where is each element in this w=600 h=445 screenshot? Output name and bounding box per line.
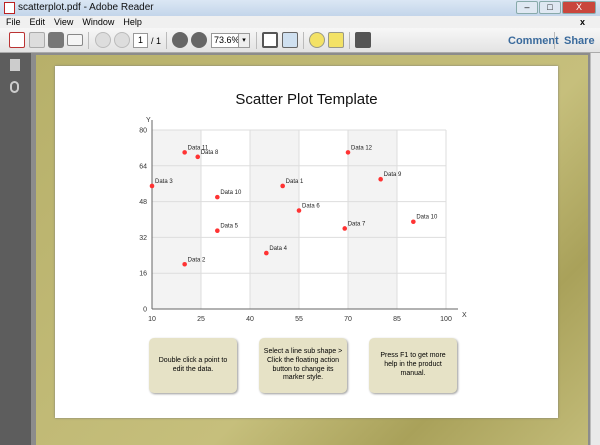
data-label: Data 5 [220,224,238,230]
data-label: Data 2 [188,257,206,263]
zoom-in-icon[interactable] [191,32,207,48]
fit-width-icon[interactable] [282,32,298,48]
print-icon[interactable] [48,32,64,48]
data-point [215,194,220,200]
toolbar: 1 / 1 73.6% ▾ Comment Share [0,28,600,53]
menu-file[interactable]: File [6,16,21,28]
save-icon[interactable] [29,32,45,48]
create-pdf-icon[interactable] [9,32,25,48]
minimize-button[interactable]: – [516,1,538,14]
x-axis-label: X [462,312,467,319]
data-label: Data 1 [286,179,304,185]
close-document-icon[interactable]: x [580,16,585,28]
y-tick-label: 64 [139,163,147,170]
data-point [215,228,220,233]
y-tick-label: 48 [139,199,147,206]
data-label: Data 10 [220,190,242,196]
data-label: Data 12 [351,145,373,151]
data-point [345,150,351,155]
menu-window[interactable]: Window [82,16,114,28]
zoom-out-icon[interactable] [172,32,188,48]
x-tick-label: 40 [246,316,254,323]
pdf-page: Scatter Plot Template 10 25 40 55 70 85 100 0 16… [55,66,558,418]
pdf-file-icon [4,2,15,14]
page-total: / 1 [151,36,162,46]
data-point [149,183,155,189]
data-point [182,150,187,155]
data-label: Data 10 [416,215,438,221]
y-tick-label: 16 [139,271,147,278]
email-icon[interactable] [67,34,83,46]
data-label: Data 3 [155,179,173,185]
data-point [195,154,201,160]
close-button[interactable]: X [562,1,596,14]
data-point [411,219,416,225]
data-label: Data 7 [348,221,366,227]
data-point [182,261,187,267]
menu-bar: File Edit View Window Help x [0,16,600,28]
x-tick-label: 25 [197,316,205,323]
scatter-chart: 10 25 40 55 70 85 100 0 16 32 48 64 80 X Y Data 1 Data 2… [139,117,467,323]
pages-icon[interactable] [10,59,20,71]
window-title: scatterplot.pdf - Adobe Reader [18,2,154,13]
highlight-icon[interactable] [328,32,344,48]
help-note-3: Press F1 to get more help in the product… [369,338,457,393]
plot-band [152,130,201,309]
next-page-icon[interactable] [114,32,130,48]
data-label: Data 9 [384,172,402,178]
y-tick-label: 80 [139,128,147,135]
maximize-button[interactable]: □ [539,1,561,14]
plot-band [250,130,299,309]
data-point [378,176,383,182]
x-tick-label: 100 [440,316,452,323]
y-tick-label: 0 [143,307,147,314]
menu-edit[interactable]: Edit [30,16,46,28]
x-tick-label: 55 [295,316,303,323]
attachments-icon[interactable] [10,81,19,93]
page-number-input[interactable]: 1 [133,33,148,48]
data-label: Data 11 [188,145,209,151]
x-tick-label: 85 [393,316,401,323]
data-point [296,208,302,213]
menu-view[interactable]: View [54,16,73,28]
title-bar: scatterplot.pdf - Adobe Reader – □ X [0,0,600,16]
navigation-pane [0,53,31,445]
help-note-2: Select a line sub shape > Click the floa… [259,338,347,393]
comment-button[interactable]: Comment [508,35,559,47]
menu-help[interactable]: Help [123,16,142,28]
data-point [280,183,285,189]
zoom-dropdown[interactable]: ▾ [238,33,250,48]
plot-band [348,130,397,309]
help-note-1: Double click a point to edit the data. [149,338,237,393]
x-tick-label: 70 [344,316,352,323]
sticky-note-icon[interactable] [309,32,325,48]
y-tick-label: 32 [139,235,147,242]
share-button[interactable]: Share [564,35,595,47]
y-axis-label: Y [146,117,151,124]
fullscreen-icon[interactable] [355,32,371,48]
x-tick-label: 10 [148,316,156,323]
data-point [342,226,348,231]
data-label: Data 4 [269,246,287,252]
fit-page-icon[interactable] [262,32,278,48]
vertical-scrollbar[interactable] [590,53,600,445]
data-point [264,250,269,256]
data-label: Data 6 [302,204,320,210]
previous-page-icon[interactable] [95,32,111,48]
